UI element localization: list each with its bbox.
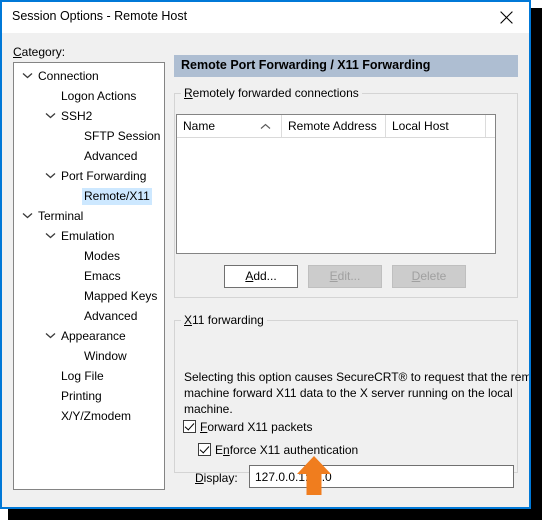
tree-item-port-forwarding[interactable]: Port Forwarding bbox=[14, 165, 164, 185]
edit-button[interactable]: Edit... bbox=[308, 265, 382, 288]
enforce-x11-authentication-label: Enforce X11 authentication bbox=[215, 443, 359, 457]
forwarded-connections-list[interactable]: Name Remote Address Local Host bbox=[176, 114, 496, 254]
tree-item-x-y-zmodem[interactable]: X/Y/Zmodem bbox=[14, 405, 164, 425]
tree-item-label: Window bbox=[84, 349, 127, 363]
category-tree[interactable]: Connection Logon Actions SSH2 SFTP Session A… bbox=[13, 62, 165, 490]
column-header-remote-address-label: Remote Address bbox=[288, 119, 377, 133]
tree-item-label: Remote/X11 bbox=[82, 188, 152, 205]
forward-x11-packets-label: Forward X11 packets bbox=[200, 420, 313, 434]
tree-item-terminal[interactable]: Terminal bbox=[14, 205, 164, 225]
tree-item-label: Log File bbox=[61, 369, 104, 383]
close-icon bbox=[499, 10, 513, 24]
title-bar: Session Options - Remote Host bbox=[2, 2, 529, 33]
tree-item-ssh2[interactable]: SSH2 bbox=[14, 105, 164, 125]
forward-x11-packets-checkbox[interactable]: Forward X11 packets bbox=[183, 418, 313, 436]
tree-item-remote-x11[interactable]: Remote/X11 bbox=[14, 185, 164, 205]
chevron-down-icon[interactable] bbox=[43, 225, 57, 245]
tree-item-label: Modes bbox=[84, 249, 121, 263]
tree-item-label: Emulation bbox=[61, 229, 115, 243]
x11-description-line-1: Selecting this option causes SecureCRT® … bbox=[184, 370, 531, 384]
display-label: Display: bbox=[195, 471, 238, 485]
tree-item-label: SFTP Session bbox=[84, 129, 161, 143]
tree-item-emacs[interactable]: Emacs bbox=[14, 265, 164, 285]
tree-item-label: Printing bbox=[61, 389, 102, 403]
chevron-down-icon[interactable] bbox=[43, 165, 57, 185]
tree-item-label: Connection bbox=[38, 69, 99, 83]
tree-item-advanced[interactable]: Advanced bbox=[14, 305, 164, 325]
tree-item-advanced[interactable]: Advanced bbox=[14, 145, 164, 165]
tree-item-window[interactable]: Window bbox=[14, 345, 164, 365]
tree-item-label: Terminal bbox=[38, 209, 84, 223]
tree-item-logon-actions[interactable]: Logon Actions bbox=[14, 85, 164, 105]
tree-item-label: Port Forwarding bbox=[61, 169, 147, 183]
tree-item-label: Emacs bbox=[84, 269, 121, 283]
tree-item-emulation[interactable]: Emulation bbox=[14, 225, 164, 245]
tree-item-log-file[interactable]: Log File bbox=[14, 365, 164, 385]
checkbox-glyph bbox=[198, 443, 211, 456]
tree-item-mapped-keys[interactable]: Mapped Keys bbox=[14, 285, 164, 305]
category-label: Category: bbox=[13, 45, 66, 59]
tree-item-label: Mapped Keys bbox=[84, 289, 158, 303]
tree-item-connection[interactable]: Connection bbox=[14, 65, 164, 85]
x11-forwarding-legend: X11 forwarding bbox=[181, 313, 267, 327]
dialog-body: Category: Connection Logon Actions SSH2 SFT… bbox=[2, 33, 529, 507]
session-options-dialog: Session Options - Remote Host Category: … bbox=[0, 0, 531, 509]
chevron-down-icon[interactable] bbox=[20, 65, 34, 85]
list-header-row: Name Remote Address Local Host bbox=[177, 115, 495, 138]
pane-header: Remote Port Forwarding / X11 Forwarding bbox=[174, 55, 518, 77]
checkbox-glyph bbox=[183, 420, 196, 433]
chevron-down-icon[interactable] bbox=[43, 325, 57, 345]
window-title: Session Options - Remote Host bbox=[12, 9, 188, 23]
x11-description-line-3: machine. bbox=[184, 402, 233, 416]
close-button[interactable] bbox=[483, 2, 529, 32]
column-header-name-label: Name bbox=[183, 119, 216, 133]
tree-item-printing[interactable]: Printing bbox=[14, 385, 164, 405]
column-header-filler[interactable] bbox=[486, 115, 495, 137]
chevron-down-icon[interactable] bbox=[43, 105, 57, 125]
delete-button[interactable]: Delete bbox=[392, 265, 466, 288]
pane-header-title: Remote Port Forwarding / X11 Forwarding bbox=[181, 58, 431, 72]
column-header-remote-address[interactable]: Remote Address bbox=[282, 115, 386, 137]
column-header-local-host-label: Local Host bbox=[392, 119, 449, 133]
tree-item-sftp-session[interactable]: SFTP Session bbox=[14, 125, 164, 145]
forwarded-connections-legend: Remotely forwarded connections bbox=[181, 86, 362, 100]
tree-item-label: SSH2 bbox=[61, 109, 93, 123]
x11-description-line-2: machine forward X11 data to the X server… bbox=[184, 386, 513, 400]
chevron-down-icon[interactable] bbox=[20, 205, 34, 225]
tree-item-label: Logon Actions bbox=[61, 89, 137, 103]
display-input[interactable] bbox=[249, 465, 514, 488]
tree-item-modes[interactable]: Modes bbox=[14, 245, 164, 265]
enforce-x11-authentication-checkbox[interactable]: Enforce X11 authentication bbox=[198, 441, 358, 459]
tree-item-label: Advanced bbox=[84, 309, 138, 323]
chevron-up-icon bbox=[260, 115, 271, 137]
column-header-local-host[interactable]: Local Host bbox=[386, 115, 486, 137]
tree-item-appearance[interactable]: Appearance bbox=[14, 325, 164, 345]
column-header-name[interactable]: Name bbox=[177, 115, 282, 137]
add-button[interactable]: Add... bbox=[224, 265, 298, 288]
tree-item-label: Advanced bbox=[84, 149, 138, 163]
tree-item-label: X/Y/Zmodem bbox=[61, 409, 132, 423]
tree-item-label: Appearance bbox=[61, 329, 126, 343]
